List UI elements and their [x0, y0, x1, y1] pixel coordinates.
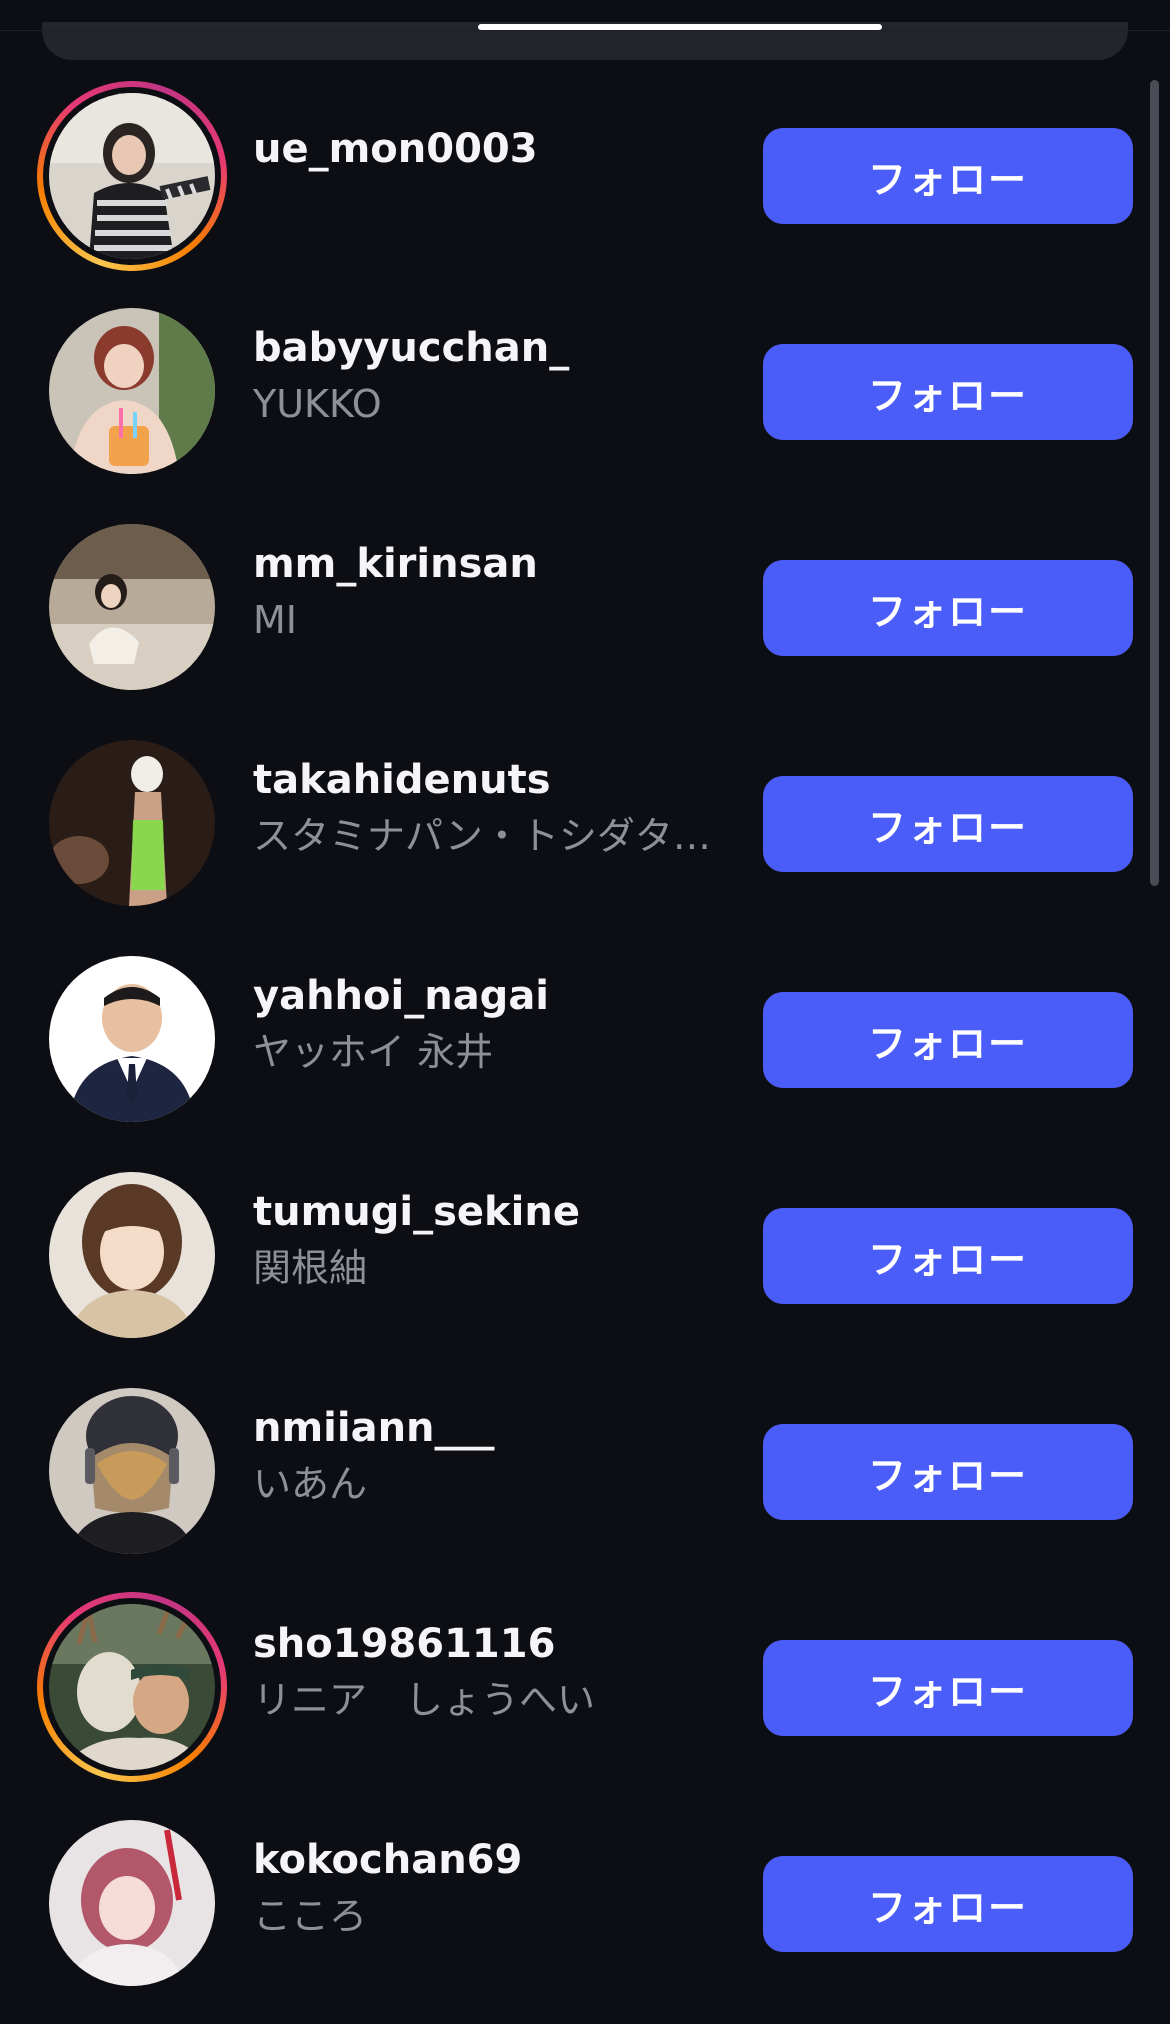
list-item[interactable]: babyyucchan_ YUKKO フォロー — [0, 296, 1170, 512]
full-name: ヤッホイ 永井 — [253, 1030, 494, 1074]
avatar[interactable] — [49, 1388, 215, 1554]
full-name: こころ — [253, 1894, 368, 1938]
full-name: リニア しょうへい — [253, 1678, 596, 1722]
list-item[interactable]: takahidenuts スタミナパン・トシダタ… フォロー — [0, 728, 1170, 944]
username[interactable]: ue_mon0003 — [253, 125, 733, 173]
avatar[interactable] — [49, 93, 215, 259]
tab-divider — [0, 30, 1170, 31]
list-item[interactable]: yahhoi_nagai ヤッホイ 永井 フォロー — [0, 944, 1170, 1160]
full-name: YUKKO — [253, 382, 382, 426]
full-name: MI — [253, 598, 297, 642]
follow-button[interactable]: フォロー — [763, 560, 1133, 656]
follow-button[interactable]: フォロー — [763, 1208, 1133, 1304]
username[interactable]: nmiiann___ — [253, 1404, 733, 1452]
avatar[interactable] — [49, 1820, 215, 1986]
avatar[interactable] — [49, 1604, 215, 1770]
full-name: 関根紬 — [253, 1246, 368, 1290]
list-item[interactable]: sho19861116 リニア しょうへい フォロー — [0, 1592, 1170, 1808]
username[interactable]: takahidenuts — [253, 756, 733, 804]
username[interactable]: tumugi_sekine — [253, 1188, 733, 1236]
avatar[interactable] — [49, 740, 215, 906]
follow-button[interactable]: フォロー — [763, 992, 1133, 1088]
avatar[interactable] — [49, 1172, 215, 1338]
user-list: ue_mon0003 フォロー babyyucchan_ YUKKO フォロー … — [0, 80, 1170, 2024]
follow-button[interactable]: フォロー — [763, 128, 1133, 224]
follow-button[interactable]: フォロー — [763, 1640, 1133, 1736]
full-name: スタミナパン・トシダタ… — [253, 814, 711, 858]
username[interactable]: babyyucchan_ — [253, 324, 733, 372]
username[interactable]: mm_kirinsan — [253, 540, 733, 588]
username[interactable]: sho19861116 — [253, 1620, 733, 1668]
story-ring[interactable] — [37, 81, 227, 271]
follow-button[interactable]: フォロー — [763, 1856, 1133, 1952]
full-name: いあん — [253, 1462, 368, 1506]
list-item[interactable]: nmiiann___ いあん フォロー — [0, 1376, 1170, 1592]
list-item[interactable]: tumugi_sekine 関根紬 フォロー — [0, 1160, 1170, 1376]
follow-button[interactable]: フォロー — [763, 1424, 1133, 1520]
avatar[interactable] — [49, 308, 215, 474]
username[interactable]: yahhoi_nagai — [253, 972, 733, 1020]
story-ring[interactable] — [37, 1592, 227, 1782]
list-item[interactable]: mm_kirinsan MI フォロー — [0, 512, 1170, 728]
username[interactable]: kokochan69 — [253, 1836, 733, 1884]
follow-button[interactable]: フォロー — [763, 344, 1133, 440]
avatar[interactable] — [49, 956, 215, 1122]
list-item[interactable]: kokochan69 こころ フォロー — [0, 1808, 1170, 2024]
scrollbar[interactable] — [1150, 80, 1159, 886]
follow-button[interactable]: フォロー — [763, 776, 1133, 872]
list-item[interactable]: ue_mon0003 フォロー — [0, 80, 1170, 296]
active-tab-indicator — [478, 24, 882, 30]
avatar[interactable] — [49, 524, 215, 690]
